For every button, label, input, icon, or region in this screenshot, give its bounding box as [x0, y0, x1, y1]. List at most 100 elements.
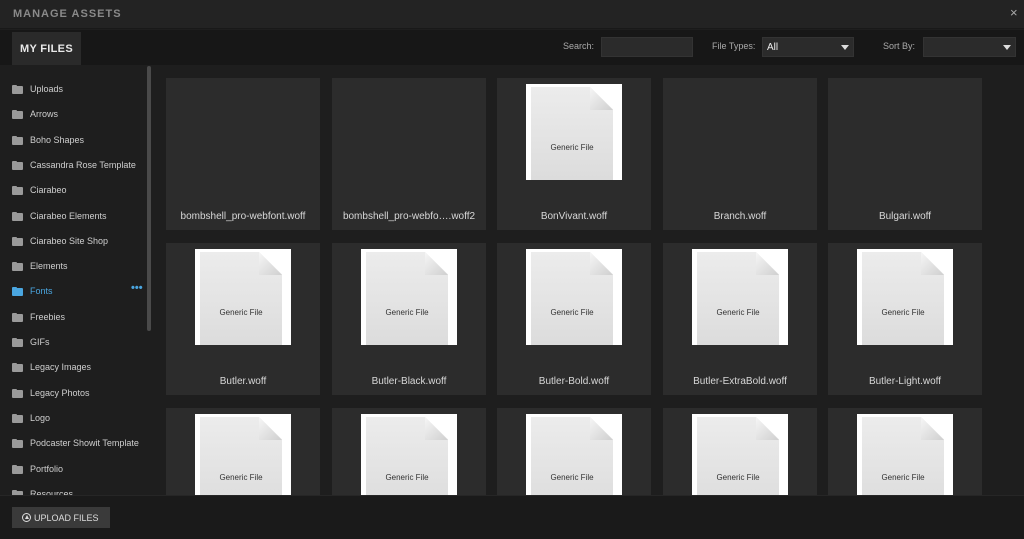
- file-name: Bulgari.woff: [878, 211, 932, 222]
- file-name: Butler-Light.woff: [868, 376, 942, 387]
- file-grid: bombshell_pro-webfont.woff bombshell_pro-…: [157, 65, 1024, 495]
- thumbnail-label: Generic File: [219, 473, 263, 482]
- file-name: Branch.woff: [713, 211, 767, 222]
- search-label: Search:: [563, 41, 595, 51]
- thumbnail-label: Generic File: [385, 308, 429, 317]
- file-tile[interactable]: Generic File: [497, 408, 651, 495]
- file-tile[interactable]: Generic File: [166, 408, 320, 495]
- sidebar-item-fonts[interactable]: Fonts: [12, 283, 53, 299]
- sidebar-item-label: Elements: [30, 261, 68, 272]
- folder-icon: [12, 236, 23, 246]
- sidebar-item-logo[interactable]: Logo: [12, 410, 50, 426]
- file-name: bombshell_pro-webfont.woff: [180, 211, 306, 222]
- upload-files-button[interactable]: UPLOAD FILES: [12, 507, 110, 528]
- file-thumbnail: Generic File: [195, 249, 291, 345]
- search-input[interactable]: [601, 37, 693, 57]
- thumbnail-label: Generic File: [881, 308, 925, 317]
- sidebar-item-label: Arrows: [30, 109, 59, 120]
- file-tile[interactable]: Generic File Butler-Black.woff: [332, 243, 486, 395]
- file-tile[interactable]: Generic File: [332, 408, 486, 495]
- file-tile[interactable]: bombshell_pro-webfo….woff2: [332, 78, 486, 230]
- generic-file-icon: Generic File: [531, 417, 613, 495]
- thumbnail-label: Generic File: [550, 143, 594, 152]
- sidebar-item-boho-shapes[interactable]: Boho Shapes: [12, 132, 84, 148]
- folder-icon: [12, 413, 23, 423]
- generic-file-icon: Generic File: [531, 252, 613, 345]
- sidebar-item-portfolio[interactable]: Portfolio: [12, 461, 63, 477]
- folder-icon: [12, 85, 23, 94]
- sidebar-item-label: Fonts: [30, 286, 53, 297]
- file-thumbnail: Generic File: [195, 414, 291, 495]
- file-name: Butler.woff: [219, 376, 267, 387]
- file-tile[interactable]: Branch.woff: [663, 78, 817, 230]
- thumbnail-label: Generic File: [385, 473, 429, 482]
- sidebar-item-gifs[interactable]: GIFs: [12, 334, 50, 350]
- sidebar-item-legacy-images[interactable]: Legacy Images: [12, 359, 91, 375]
- file-tile[interactable]: Generic File Butler.woff: [166, 243, 320, 395]
- file-tile[interactable]: Generic File Butler-Bold.woff: [497, 243, 651, 395]
- folder-icon: [12, 110, 23, 120]
- folder-icon: [12, 363, 23, 373]
- file-tile[interactable]: Generic File BonVivant.woff: [497, 78, 651, 230]
- thumbnail-label: Generic File: [550, 308, 594, 317]
- thumbnail-label: Generic File: [219, 308, 263, 317]
- folder-sidebar: Uploads Arrows Boho Shapes Cassandra Rose T…: [0, 65, 157, 495]
- sidebar-item-podcaster-showit-template[interactable]: Podcaster Showit Template: [12, 435, 139, 451]
- sidebar-item-ciarabeo-site-shop[interactable]: Ciarabeo Site Shop: [12, 233, 108, 249]
- generic-file-icon: Generic File: [697, 252, 779, 345]
- sidebar-item-resources[interactable]: Resources: [12, 486, 73, 495]
- sidebar-item-freebies[interactable]: Freebies: [12, 309, 65, 325]
- folder-icon: [12, 211, 23, 221]
- sidebar-item-label: Cassandra Rose Template: [30, 159, 136, 170]
- generic-file-icon: Generic File: [697, 417, 779, 495]
- sidebar-scrollbar[interactable]: [147, 66, 151, 331]
- thumbnail-label: Generic File: [716, 308, 760, 317]
- file-types-label: File Types:: [712, 41, 756, 51]
- generic-file-icon: Generic File: [531, 87, 613, 180]
- folder-icon: [12, 388, 23, 398]
- window-title: MANAGE ASSETS: [13, 8, 122, 20]
- file-tile[interactable]: Generic File: [828, 408, 982, 495]
- sidebar-item-legacy-photos[interactable]: Legacy Photos: [12, 385, 90, 401]
- generic-file-icon: Generic File: [366, 252, 448, 345]
- sidebar-item-ciarabeo-elements[interactable]: Ciarabeo Elements: [12, 208, 107, 224]
- file-tile[interactable]: bombshell_pro-webfont.woff: [166, 78, 320, 230]
- chevron-down-icon: [841, 45, 849, 50]
- sidebar-item-ciarabeo[interactable]: Ciarabeo: [12, 182, 67, 198]
- more-options-icon[interactable]: •••: [131, 282, 143, 294]
- sidebar-item-label: Boho Shapes: [30, 134, 85, 145]
- folder-icon: [12, 312, 23, 322]
- generic-file-icon: Generic File: [862, 417, 944, 495]
- file-name: BonVivant.woff: [540, 211, 608, 222]
- file-tile[interactable]: Generic File: [663, 408, 817, 495]
- thumbnail-label: Generic File: [716, 473, 760, 482]
- sidebar-item-arrows[interactable]: Arrows: [12, 106, 58, 122]
- sort-by-select[interactable]: [923, 37, 1016, 57]
- sidebar-item-uploads[interactable]: Uploads: [12, 81, 63, 97]
- sidebar-item-label: Ciarabeo: [30, 185, 67, 196]
- sidebar-item-label: Legacy Photos: [30, 387, 90, 398]
- folder-icon: [12, 160, 23, 170]
- sidebar-item-label: Ciarabeo Elements: [30, 210, 107, 221]
- file-thumbnail: Generic File: [526, 414, 622, 495]
- file-tile[interactable]: Generic File Butler-Light.woff: [828, 243, 982, 395]
- file-name: Butler-Black.woff: [371, 376, 447, 387]
- file-thumbnail: Generic File: [361, 414, 457, 495]
- generic-file-icon: Generic File: [862, 252, 944, 345]
- folder-icon: [12, 135, 23, 145]
- sidebar-item-label: Legacy Images: [30, 362, 92, 373]
- tab-my-files[interactable]: MY FILES: [12, 32, 81, 65]
- file-tile[interactable]: Bulgari.woff: [828, 78, 982, 230]
- sidebar-item-cassandra-rose-template[interactable]: Cassandra Rose Template: [12, 157, 136, 173]
- file-thumbnail: Generic File: [857, 249, 953, 345]
- upload-files-label: UPLOAD FILES: [34, 512, 99, 523]
- file-thumbnail: Generic File: [857, 414, 953, 495]
- title-bar: MANAGE ASSETS ×: [0, 0, 1024, 29]
- footer: UPLOAD FILES: [0, 495, 1024, 539]
- sidebar-item-elements[interactable]: Elements: [12, 258, 68, 274]
- file-name: bombshell_pro-webfo….woff2: [342, 211, 476, 222]
- close-icon[interactable]: ×: [1010, 5, 1022, 21]
- file-thumbnail: Generic File: [526, 249, 622, 345]
- file-tile[interactable]: Generic File Butler-ExtraBold.woff: [663, 243, 817, 395]
- file-types-select[interactable]: All: [762, 37, 854, 57]
